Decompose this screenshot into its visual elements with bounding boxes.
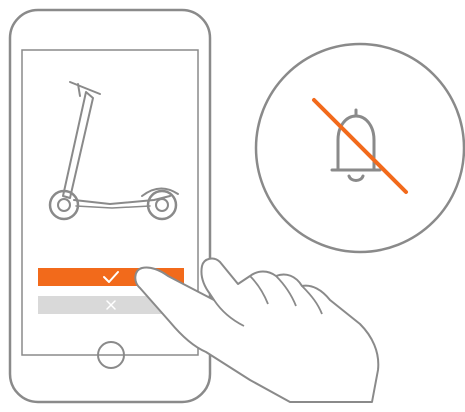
scooter-stem — [62, 91, 94, 199]
illustration-stage — [0, 0, 465, 412]
hand-icon — [134, 257, 380, 403]
phone-body — [8, 8, 212, 404]
scooter-icon — [48, 81, 179, 221]
phone-icon — [8, 8, 212, 404]
scooter-deck-bottom — [75, 205, 151, 209]
scooter-rear-wheel — [146, 189, 178, 221]
scooter-rear-hub — [155, 198, 169, 212]
bell-shape — [330, 108, 382, 182]
scooter-front-hub — [57, 198, 71, 212]
bell-muted-icon — [254, 42, 465, 254]
hand-outline — [134, 257, 380, 403]
